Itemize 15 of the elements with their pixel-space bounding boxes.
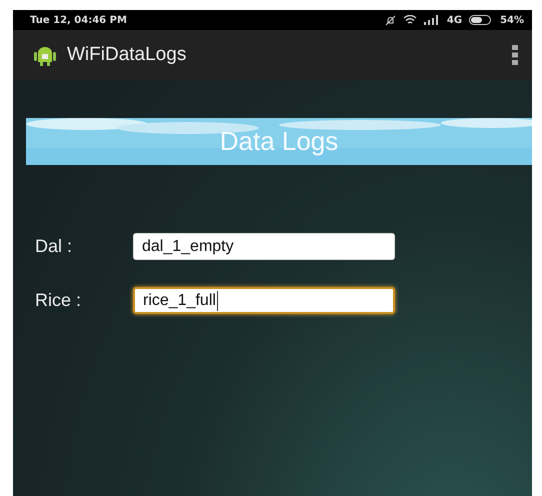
field-label: Dal : <box>35 236 74 257</box>
battery-icon <box>469 15 494 25</box>
muted-bell-icon <box>384 14 396 26</box>
network-type-text: 4G <box>446 14 462 26</box>
signal-icon <box>424 15 440 25</box>
battery-percent-text: 54% <box>500 14 524 26</box>
clock-text: Tue 12, 04:46 PM <box>30 14 127 26</box>
input-field[interactable]: dal_1_empty <box>133 233 395 260</box>
app-title: WiFiDataLogs <box>67 44 188 66</box>
wifi-icon <box>402 15 417 25</box>
overflow-menu-icon[interactable] <box>512 45 518 65</box>
banner-title: Data Logs <box>220 126 338 157</box>
field-label: Rice : <box>35 290 82 311</box>
input-field[interactable]: rice_1_full <box>133 287 395 314</box>
text-cursor <box>216 290 218 310</box>
